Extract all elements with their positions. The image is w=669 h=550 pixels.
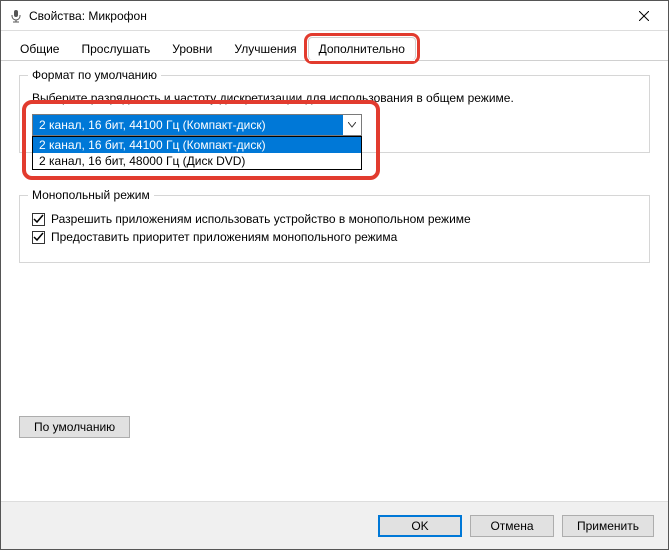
- checkbox-icon: [32, 231, 45, 244]
- tab-general[interactable]: Общие: [9, 37, 70, 60]
- format-combo-wrapper: 2 канал, 16 бит, 44100 Гц (Компакт-диск)…: [32, 114, 362, 136]
- tab-levels[interactable]: Уровни: [161, 37, 223, 60]
- format-option[interactable]: 2 канал, 16 бит, 48000 Гц (Диск DVD): [33, 153, 361, 169]
- allow-exclusive-checkbox[interactable]: Разрешить приложениям использовать устро…: [32, 212, 637, 226]
- restore-defaults-button[interactable]: По умолчанию: [19, 416, 130, 438]
- tab-advanced[interactable]: Дополнительно: [308, 37, 416, 60]
- format-dropdown-list[interactable]: 2 канал, 16 бит, 44100 Гц (Компакт-диск)…: [32, 136, 362, 170]
- apply-button[interactable]: Применить: [562, 515, 654, 537]
- format-combobox[interactable]: 2 канал, 16 бит, 44100 Гц (Компакт-диск): [32, 114, 362, 136]
- chevron-down-icon: [343, 122, 361, 128]
- format-selected-value: 2 канал, 16 бит, 44100 Гц (Компакт-диск): [33, 115, 343, 135]
- tab-strip: Общие Прослушать Уровни Улучшения Дополн…: [1, 31, 668, 61]
- default-format-group: Формат по умолчанию Выберите разрядность…: [19, 75, 650, 153]
- title-bar: Свойства: Микрофон: [1, 1, 668, 31]
- tab-content: Формат по умолчанию Выберите разрядность…: [1, 61, 668, 277]
- format-option[interactable]: 2 канал, 16 бит, 44100 Гц (Компакт-диск): [33, 137, 361, 153]
- exclusive-priority-checkbox[interactable]: Предоставить приоритет приложениям моноп…: [32, 230, 637, 244]
- cancel-button[interactable]: Отмена: [470, 515, 554, 537]
- checkbox-icon: [32, 213, 45, 226]
- window-title: Свойства: Микрофон: [29, 9, 622, 23]
- exclusive-mode-legend: Монопольный режим: [28, 188, 154, 202]
- exclusive-priority-label: Предоставить приоритет приложениям моноп…: [51, 230, 397, 244]
- microphone-icon: [9, 9, 29, 23]
- exclusive-mode-group: Монопольный режим Разрешить приложениям …: [19, 195, 650, 263]
- default-format-description: Выберите разрядность и частоту дискретиз…: [32, 90, 637, 106]
- default-format-legend: Формат по умолчанию: [28, 68, 161, 82]
- ok-button[interactable]: OK: [378, 515, 462, 537]
- close-icon: [639, 11, 649, 21]
- allow-exclusive-label: Разрешить приложениям использовать устро…: [51, 212, 471, 226]
- dialog-footer: OK Отмена Применить: [1, 501, 668, 549]
- close-button[interactable]: [622, 1, 666, 31]
- tab-listen[interactable]: Прослушать: [70, 37, 161, 60]
- tab-enhancements[interactable]: Улучшения: [223, 37, 307, 60]
